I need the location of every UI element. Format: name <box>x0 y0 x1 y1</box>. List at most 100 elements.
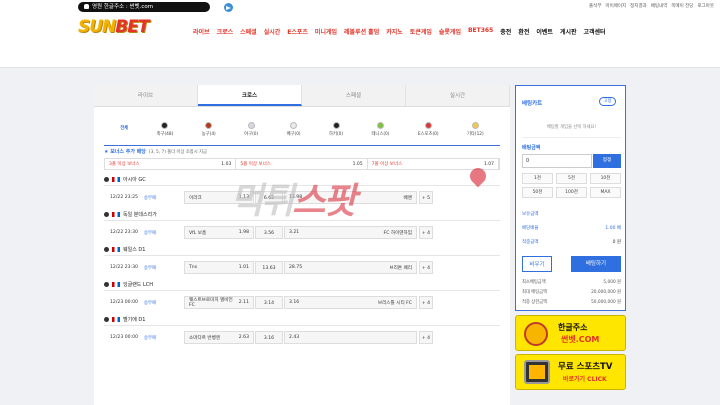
home-odds-button[interactable]: VfL 보훔 1.98 <box>184 226 254 239</box>
nav-item[interactable]: 라이브 <box>193 27 210 36</box>
more-markets-button[interactable]: + 4 <box>419 261 433 274</box>
draw-odds-button[interactable]: 13.63 <box>255 261 283 274</box>
nav-item[interactable]: 토큰게임 <box>410 27 432 36</box>
bonus-option[interactable]: 5폴 이상 보너스 1.05 <box>236 159 368 169</box>
sport-filter-label: 배구(0) <box>286 132 301 137</box>
away-odds-button[interactable]: 3.16 브리스톨 시티 FC <box>284 296 417 309</box>
amount-button[interactable]: 100천 <box>556 187 587 198</box>
sport-ball-icon <box>205 122 213 129</box>
sport-filter-item[interactable]: 축구(48) <box>157 122 173 137</box>
sport-ball-icon <box>332 122 340 129</box>
sport-filter-item[interactable]: E스포츠(0) <box>418 122 439 137</box>
info-value: 0 원 <box>612 240 621 245</box>
sport-filter-item[interactable]: 기타(12) <box>467 122 484 137</box>
flag-icon <box>112 316 120 322</box>
draw-odds-button[interactable]: 3.16 <box>255 331 283 344</box>
nav-item[interactable]: 이벤트 <box>536 27 553 36</box>
bonus-odd: 1.07 <box>483 161 494 167</box>
home-odd: 2.63 <box>238 335 249 340</box>
nav-item[interactable]: 실시간 <box>264 27 281 36</box>
nav-item[interactable]: BET365 <box>468 27 493 36</box>
flag-icon <box>112 176 120 182</box>
sport-filter-item[interactable]: 야구(0) <box>244 122 258 137</box>
sport-filter-label: E스포츠(0) <box>417 132 439 137</box>
top-link-bet-history[interactable]: 배팅내역 <box>651 3 668 9</box>
sport-filter-label: 테니스(0) <box>371 132 390 137</box>
home-team: 웨스트브로미치 앨비언 FC <box>189 298 233 308</box>
nav-item[interactable]: 크로스 <box>217 27 234 36</box>
amount-button[interactable]: 10천 <box>590 173 621 184</box>
away-odd: 3.16 <box>289 300 300 305</box>
bonus-label: 7폴 이상 보너스 <box>371 162 403 167</box>
amount-button[interactable]: 1천 <box>522 173 553 184</box>
sport-filter-item[interactable]: 배구(0) <box>287 122 301 137</box>
top-link-results[interactable]: 정지결과 <box>630 3 647 9</box>
flag-icon <box>112 281 120 287</box>
soccer-ball-icon <box>104 176 109 182</box>
nav-item[interactable]: 환전 <box>518 27 529 36</box>
amount-button[interactable]: 50천 <box>522 187 553 198</box>
top-link-hall[interactable]: 쪽메이 전당 <box>671 3 693 9</box>
more-markets-button[interactable]: + 4 <box>419 331 433 344</box>
top-link-logout[interactable]: 로그아웃 <box>697 3 714 9</box>
main-nav: 라이브 크로스 스페셜 실시간 E스포츠 미니게임 레볼루션 홀덤 카지노 토큰게임 슬롯게임 BE… <box>193 27 606 36</box>
telegram-icon[interactable] <box>224 3 233 12</box>
soccer-ball-icon <box>104 316 109 322</box>
watermark: 먹튀스팟 <box>230 172 357 224</box>
soccer-ball-icon <box>104 246 109 252</box>
sport-filter-label: 하키(0) <box>329 132 344 137</box>
sport-filter-label: 전체 <box>120 126 129 131</box>
bet-amount-input[interactable]: 0 <box>522 154 592 168</box>
logo[interactable]: SUNBET <box>78 17 149 37</box>
tab-realtime[interactable]: 실시간 <box>406 85 510 106</box>
sport-filter-item[interactable]: 농구(4) <box>202 122 216 137</box>
cart-pin-button[interactable]: 고정 <box>599 97 616 106</box>
bonus-option[interactable]: 3폴 이상 보너스 1.03 <box>105 159 237 169</box>
home-odds-button[interactable]: Tns 1.01 <box>184 261 254 274</box>
nav-item[interactable]: 스페셜 <box>240 27 257 36</box>
place-bet-button[interactable]: 배팅하기 <box>571 256 621 272</box>
nav-item[interactable]: E스포츠 <box>287 27 308 36</box>
sports-tv-banner[interactable]: 무료 스포츠TV 바로가기 CLICK <box>515 354 626 390</box>
sport-filter-item[interactable]: 하키(0) <box>329 122 343 137</box>
domain-banner[interactable]: 한글주소 썬벳.COM <box>515 315 626 351</box>
away-odd: 28.75 <box>289 265 303 270</box>
limit-max: 최대 배팅금액 20,000,000 원 <box>522 289 621 295</box>
tab-cross[interactable]: 크로스 <box>198 85 302 106</box>
sport-filter-item[interactable]: 테니스(0) <box>371 122 389 137</box>
nav-item[interactable]: 카지노 <box>386 27 403 36</box>
more-markets-button[interactable]: + 5 <box>419 191 433 204</box>
clear-cart-button[interactable]: 비우기 <box>522 256 552 272</box>
nav-item[interactable]: 충전 <box>500 27 511 36</box>
tab-special[interactable]: 스페셜 <box>302 85 406 106</box>
draw-odds-button[interactable]: 3.14 <box>255 296 283 309</box>
match-row: 12/22 23:30 승무패 VfL 보훔 1.98 3.56 3.21 FC 하이덴하임… <box>104 225 500 240</box>
sport-filter-label: 야구(0) <box>244 132 259 137</box>
game-tabs: 라이브 크로스 스페셜 실시간 <box>94 85 510 107</box>
away-odds-button[interactable]: 3.21 FC 하이덴하임 <box>284 226 417 239</box>
top-link-mypage[interactable]: 마이페이지 <box>605 3 626 9</box>
amount-button[interactable]: 5천 <box>556 173 587 184</box>
away-odds-button[interactable]: 28.75 브리톤 페리 <box>284 261 417 274</box>
more-markets-button[interactable]: + 4 <box>419 296 433 309</box>
nav-item[interactable]: 슬롯게임 <box>439 27 461 36</box>
nav-item[interactable]: 미니게임 <box>315 27 337 36</box>
match-time: 12/23 00:00 <box>110 300 138 305</box>
more-markets-button[interactable]: + 4 <box>419 226 433 239</box>
home-team: Tns <box>189 265 198 270</box>
reset-button[interactable]: 정정 <box>593 154 621 168</box>
tab-live[interactable]: 라이브 <box>94 85 198 106</box>
home-odds-button[interactable]: 웨스트브로미치 앨비언 FC 2.11 <box>184 296 254 309</box>
cart-title: 배팅카트 <box>522 101 543 107</box>
info-payout: 적중금액 0 원 <box>522 239 621 245</box>
nav-item[interactable]: 고객센터 <box>584 27 606 36</box>
bonus-row: 3폴 이상 보너스 1.03 5폴 이상 보너스 1.05 7폴 이상 보너스 1.07 <box>104 158 500 170</box>
sport-filter-item[interactable]: 전체 <box>120 125 128 137</box>
home-odds-button[interactable]: 소마다르 반벵엔 2.63 <box>184 331 254 344</box>
amount-button[interactable]: MAX <box>590 187 621 198</box>
nav-item[interactable]: 레볼루션 홀덤 <box>344 27 379 36</box>
away-odds-button[interactable]: 2.43 <box>284 331 417 344</box>
top-link-attendance[interactable]: 출석부 <box>589 3 601 9</box>
nav-item[interactable]: 게시판 <box>560 27 577 36</box>
draw-odds-button[interactable]: 3.56 <box>255 226 283 239</box>
